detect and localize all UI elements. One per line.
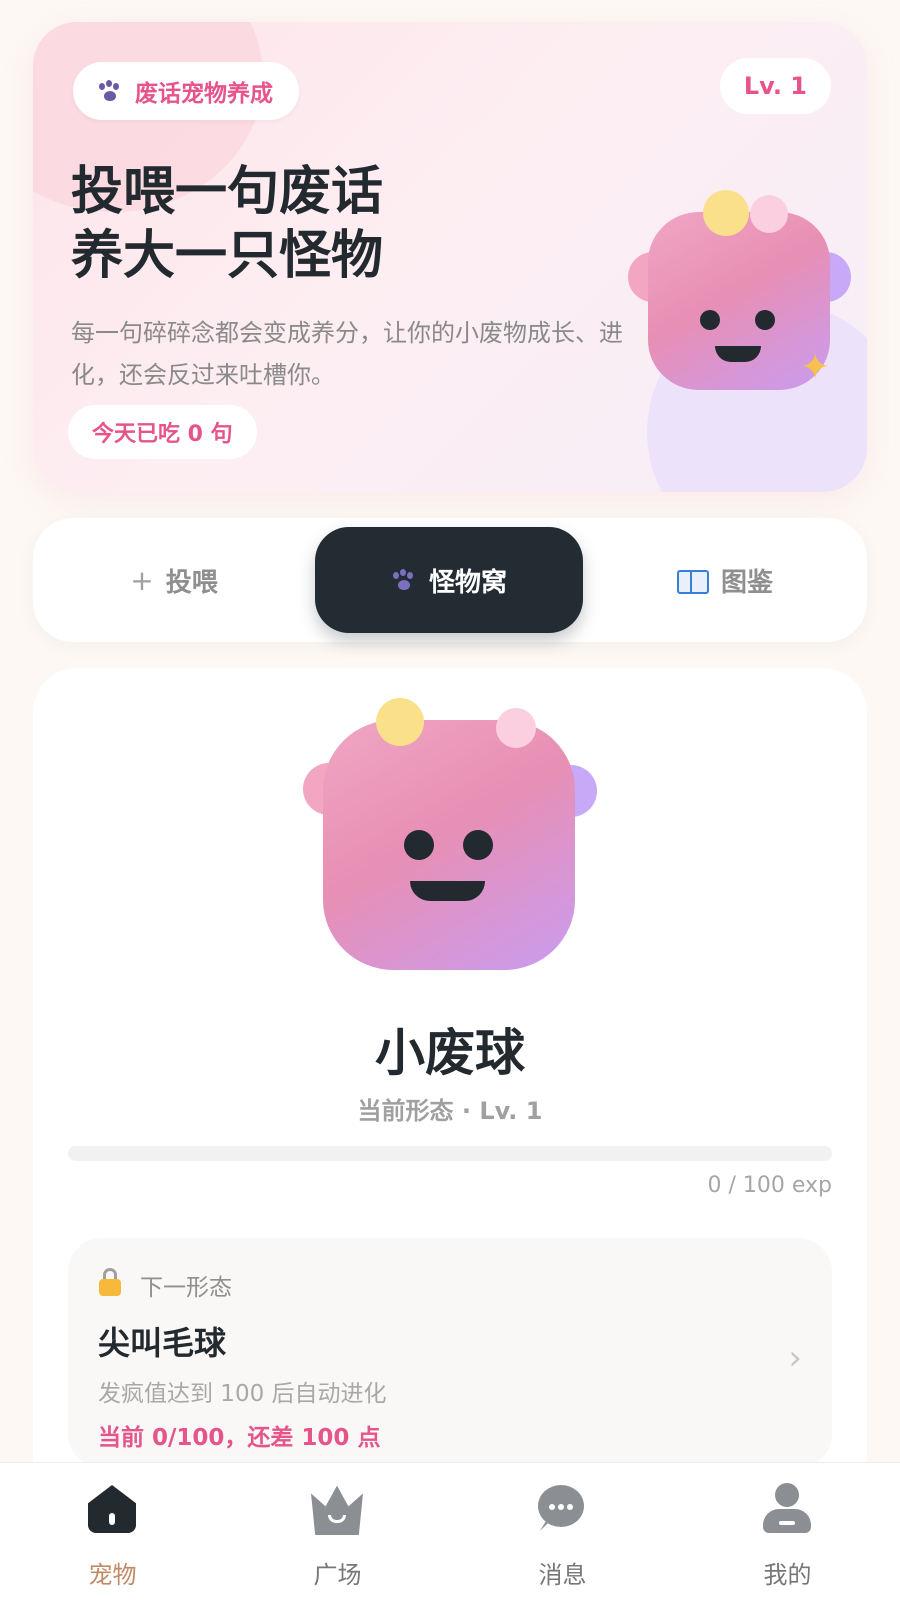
nav-messages[interactable]: 消息 <box>450 1463 675 1600</box>
pet-name: 小废球 <box>375 1024 525 1082</box>
chevron-right-icon[interactable]: › <box>788 1338 802 1378</box>
pet-form-level: 当前形态 · Lv. 1 <box>357 1097 543 1125</box>
exp-text: 0 / 100 exp <box>707 1173 832 1198</box>
monster-bump-yellow <box>703 190 749 236</box>
sparkle-icon: ✦ <box>800 347 831 388</box>
chat-icon <box>536 1483 588 1535</box>
next-form-progress: 当前 0/100，还差 100 点 <box>98 1425 381 1451</box>
next-form-card[interactable]: 下一形态 尖叫毛球 发疯值达到 100 后自动进化 当前 0/100，还差 10… <box>68 1238 832 1468</box>
hero-monster-illustration: ✦ <box>628 190 853 400</box>
monster-eye-left <box>700 310 720 330</box>
pet-monster-illustration[interactable] <box>303 698 598 973</box>
crown-icon <box>311 1485 363 1535</box>
nav-square-label: 广场 <box>313 1561 362 1589</box>
hero-title-line1: 投喂一句废话 <box>71 162 384 222</box>
monster-bump-pink <box>496 708 536 748</box>
monster-body <box>323 720 575 970</box>
monster-bump-pink <box>750 195 788 233</box>
tab-bar: + 投喂 怪物窝 图鉴 <box>33 518 867 642</box>
plus-icon: + <box>130 563 154 597</box>
exp-progress-bar <box>68 1146 832 1161</box>
bottom-nav: 宠物 广场 消息 我的 <box>0 1462 900 1600</box>
paw-icon <box>391 569 417 591</box>
book-icon <box>676 568 709 594</box>
hero-description: 每一句碎碎念都会变成养分，让你的小废物成长、进化，还会反过来吐槽你。 <box>71 319 623 389</box>
monster-eye-right <box>755 310 775 330</box>
nav-square[interactable]: 广场 <box>225 1463 450 1600</box>
paw-icon <box>97 80 123 102</box>
app-chip-label: 废话宠物养成 <box>135 81 273 107</box>
hero-banner: 废话宠物养成 Lv. 1 投喂一句废话 养大一只怪物 每一句碎碎念都会变成养分，… <box>33 22 867 492</box>
pet-page: 废话宠物养成 Lv. 1 投喂一句废话 养大一只怪物 每一句碎碎念都会变成养分，… <box>0 0 900 1600</box>
app-chip: 废话宠物养成 <box>73 62 299 120</box>
nav-profile-label: 我的 <box>763 1561 812 1589</box>
tab-feed-label: 投喂 <box>165 567 218 598</box>
home-icon <box>86 1483 138 1535</box>
tab-monster-den[interactable]: 怪物窝 <box>315 527 583 633</box>
lock-icon <box>98 1268 122 1296</box>
monster-mouth <box>410 881 485 901</box>
next-form-name: 尖叫毛球 <box>98 1324 227 1362</box>
next-form-label: 下一形态 <box>140 1275 232 1301</box>
nav-pet[interactable]: 宠物 <box>0 1463 225 1600</box>
tab-collection[interactable]: 图鉴 <box>583 527 867 633</box>
tab-monster-den-label: 怪物窝 <box>428 567 507 598</box>
tab-collection-label: 图鉴 <box>720 567 773 598</box>
next-form-condition: 发疯值达到 100 后自动进化 <box>98 1381 387 1407</box>
nav-messages-label: 消息 <box>538 1561 587 1589</box>
pet-card: 小废球 当前形态 · Lv. 1 0 / 100 exp 下一形态 尖叫毛球 发… <box>33 668 867 1468</box>
nav-profile[interactable]: 我的 <box>675 1463 900 1600</box>
monster-eye-right <box>463 830 493 860</box>
monster-eye-left <box>404 830 434 860</box>
hero-title: 投喂一句废话 养大一只怪物 <box>71 160 383 288</box>
monster-bump-yellow <box>376 698 424 746</box>
hero-title-line2: 养大一只怪物 <box>71 226 384 286</box>
nav-pet-label: 宠物 <box>88 1561 137 1589</box>
level-badge: Lv. 1 <box>719 58 831 114</box>
user-icon <box>761 1483 813 1535</box>
today-fed-chip: 今天已吃 0 句 <box>68 405 257 459</box>
tab-feed[interactable]: + 投喂 <box>33 527 315 633</box>
